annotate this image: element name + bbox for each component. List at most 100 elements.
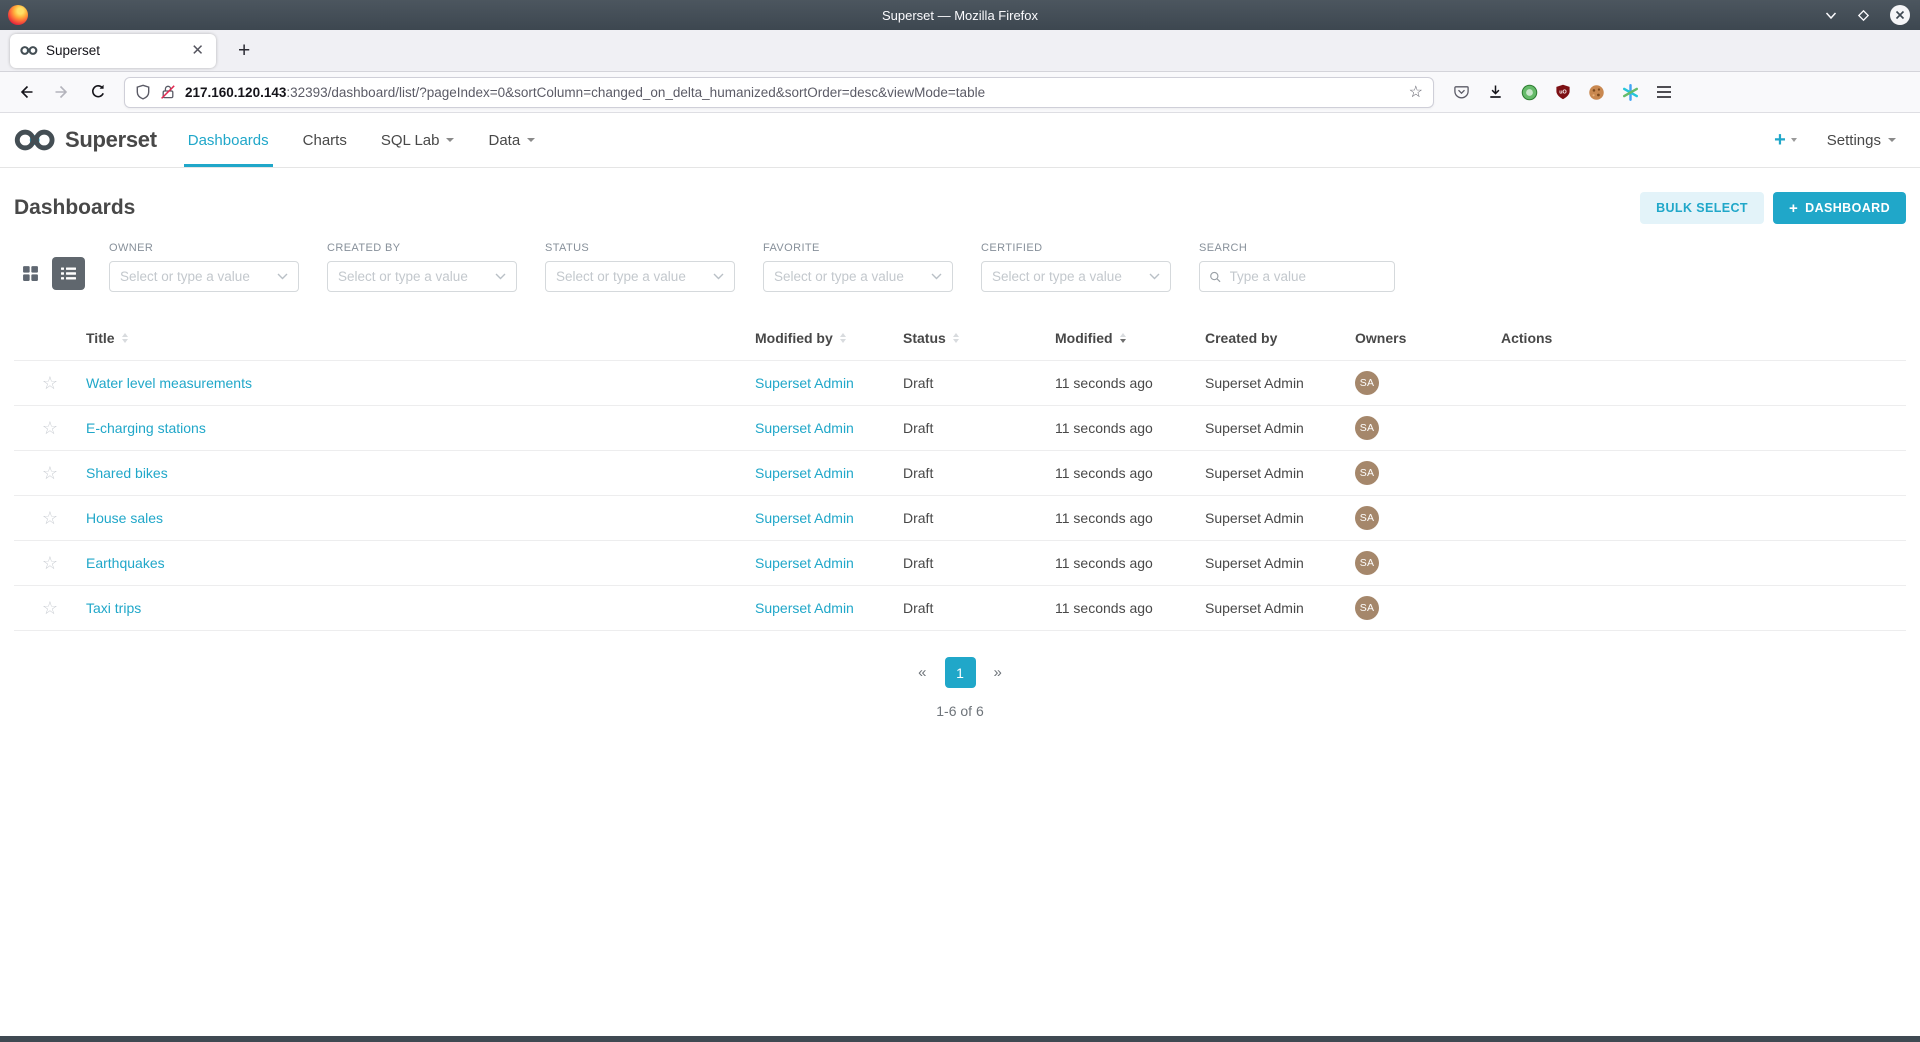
status-select[interactable]: Select or type a value xyxy=(545,261,735,292)
window-titlebar: Superset — Mozilla Firefox xyxy=(0,0,1920,30)
superset-navbar: Superset Dashboards Charts SQL Lab Data … xyxy=(0,113,1920,168)
browser-tab-superset[interactable]: Superset ✕ xyxy=(10,34,216,68)
favorite-star-icon[interactable]: ☆ xyxy=(42,509,58,527)
modified-by-link[interactable]: Superset Admin xyxy=(755,420,854,436)
dashboard-title-link[interactable]: Earthquakes xyxy=(86,555,165,571)
url-bar[interactable]: 217.160.120.143:32393/dashboard/list/?pa… xyxy=(124,77,1434,108)
owner-avatar[interactable]: SA xyxy=(1355,506,1379,530)
column-header-status[interactable]: Status xyxy=(903,330,1055,346)
nav-item-sql-lab[interactable]: SQL Lab xyxy=(364,113,472,167)
column-label: Title xyxy=(86,330,115,346)
modified-text: 11 seconds ago xyxy=(1055,465,1153,481)
back-button[interactable] xyxy=(10,79,42,105)
owner-avatar[interactable]: SA xyxy=(1355,596,1379,620)
select-placeholder: Select or type a value xyxy=(992,269,1143,284)
nav-label: Charts xyxy=(303,132,347,149)
modified-by-link[interactable]: Superset Admin xyxy=(755,465,854,481)
select-placeholder: Select or type a value xyxy=(556,269,707,284)
ublock-origin-icon[interactable]: uO xyxy=(1550,80,1576,104)
dashboard-title-link[interactable]: Water level measurements xyxy=(86,375,252,391)
favorite-star-icon[interactable]: ☆ xyxy=(42,419,58,437)
owner-avatar[interactable]: SA xyxy=(1355,416,1379,440)
dashboard-title-link[interactable]: House sales xyxy=(86,510,163,526)
firefox-logo-icon xyxy=(8,5,28,25)
modified-by-link[interactable]: Superset Admin xyxy=(755,510,854,526)
url-host: 217.160.120.143 xyxy=(185,85,286,100)
tab-close-icon[interactable]: ✕ xyxy=(187,43,208,58)
next-page-button[interactable]: » xyxy=(988,662,1008,683)
favorite-star-icon[interactable]: ☆ xyxy=(42,464,58,482)
previous-page-button[interactable]: « xyxy=(912,662,932,683)
favorite-star-icon[interactable]: ☆ xyxy=(42,599,58,617)
search-input[interactable] xyxy=(1228,268,1386,285)
modified-by-link[interactable]: Superset Admin xyxy=(755,555,854,571)
new-tab-button[interactable]: + xyxy=(232,39,256,63)
tab-title: Superset xyxy=(46,43,179,58)
created-by-text: Superset Admin xyxy=(1205,465,1304,481)
nav-item-charts[interactable]: Charts xyxy=(286,113,364,167)
window-close-icon[interactable] xyxy=(1890,5,1910,25)
page-1-button[interactable]: 1 xyxy=(945,657,976,688)
favorite-star-icon[interactable]: ☆ xyxy=(42,554,58,572)
column-header-modified-by[interactable]: Modified by xyxy=(755,330,903,346)
bookmark-star-icon[interactable]: ☆ xyxy=(1409,82,1423,102)
plus-icon: + xyxy=(1789,201,1798,216)
certified-select[interactable]: Select or type a value xyxy=(981,261,1171,292)
nav-item-data[interactable]: Data xyxy=(471,113,552,167)
extension-green-icon[interactable] xyxy=(1516,80,1543,105)
modified-text: 11 seconds ago xyxy=(1055,375,1153,391)
new-item-menu[interactable]: + xyxy=(1774,129,1797,152)
hamburger-menu-icon[interactable] xyxy=(1651,81,1677,103)
created-by-text: Superset Admin xyxy=(1205,420,1304,436)
bulk-select-button[interactable]: BULK SELECT xyxy=(1640,192,1764,224)
select-placeholder: Select or type a value xyxy=(120,269,271,284)
pocket-icon[interactable] xyxy=(1448,80,1475,104)
reload-button[interactable] xyxy=(82,79,114,105)
owner-select[interactable]: Select or type a value xyxy=(109,261,299,292)
table-row: ☆ Water level measurements Superset Admi… xyxy=(14,361,1906,406)
card-view-icon[interactable] xyxy=(22,265,39,282)
sparkle-extension-icon[interactable] xyxy=(1617,80,1644,105)
settings-menu[interactable]: Settings xyxy=(1827,132,1896,149)
list-view-icon[interactable] xyxy=(52,257,85,290)
url-path: :32393/dashboard/list/?pageIndex=0&sortC… xyxy=(286,85,985,100)
search-box xyxy=(1199,261,1395,292)
window-minimize-icon[interactable] xyxy=(1825,11,1837,20)
modified-by-link[interactable]: Superset Admin xyxy=(755,375,854,391)
forward-button[interactable] xyxy=(46,79,78,105)
search-icon xyxy=(1209,270,1222,284)
column-header-modified[interactable]: Modified xyxy=(1055,330,1205,346)
filter-favorite: FAVORITE Select or type a value xyxy=(763,242,953,292)
dashboard-title-link[interactable]: Taxi trips xyxy=(86,600,141,616)
owner-avatar[interactable]: SA xyxy=(1355,371,1379,395)
column-header-title[interactable]: Title xyxy=(86,330,755,346)
dashboard-title-link[interactable]: E-charging stations xyxy=(86,420,206,436)
favorite-star-icon[interactable]: ☆ xyxy=(42,374,58,392)
column-label: Owners xyxy=(1355,330,1406,346)
insecure-lock-icon[interactable] xyxy=(160,84,176,100)
svg-text:uO: uO xyxy=(1559,90,1567,96)
status-text: Draft xyxy=(903,510,933,526)
column-header-actions: Actions xyxy=(1501,330,1906,346)
chevron-down-icon xyxy=(1149,273,1160,280)
chevron-down-icon xyxy=(931,273,942,280)
browser-toolbar: 217.160.120.143:32393/dashboard/list/?pa… xyxy=(0,72,1920,113)
column-label: Created by xyxy=(1205,330,1277,346)
owner-avatar[interactable]: SA xyxy=(1355,551,1379,575)
cookie-extension-icon[interactable] xyxy=(1583,80,1610,105)
downloads-icon[interactable] xyxy=(1482,80,1509,104)
superset-favicon-icon xyxy=(20,45,38,56)
superset-logo[interactable]: Superset xyxy=(14,113,157,167)
favorite-select[interactable]: Select or type a value xyxy=(763,261,953,292)
created-by-select[interactable]: Select or type a value xyxy=(327,261,517,292)
table-header-row: Title Modified by Status Modified Create… xyxy=(14,316,1906,361)
owner-avatar[interactable]: SA xyxy=(1355,461,1379,485)
filter-label: FAVORITE xyxy=(763,242,953,254)
window-maximize-icon[interactable] xyxy=(1857,9,1870,22)
new-dashboard-button[interactable]: + DASHBOARD xyxy=(1773,192,1906,224)
modified-by-link[interactable]: Superset Admin xyxy=(755,600,854,616)
dashboard-title-link[interactable]: Shared bikes xyxy=(86,465,168,481)
nav-item-dashboards[interactable]: Dashboards xyxy=(171,113,286,167)
tracking-shield-icon[interactable] xyxy=(135,84,151,100)
status-text: Draft xyxy=(903,420,933,436)
